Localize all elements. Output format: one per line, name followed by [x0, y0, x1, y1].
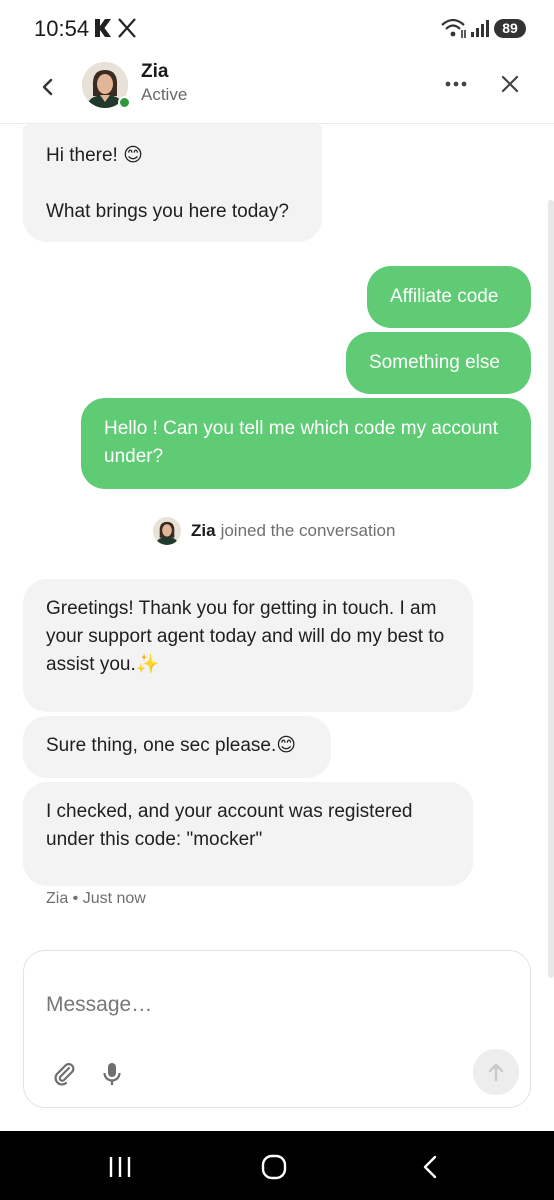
- home-icon: [261, 1154, 287, 1180]
- send-arrow-icon: [488, 1063, 504, 1082]
- close-icon: [501, 75, 519, 93]
- avatar: [153, 517, 181, 545]
- message-text: I checked, and your account was register…: [46, 801, 413, 850]
- message-composer: [23, 950, 531, 1108]
- option-something-else[interactable]: Something else: [346, 332, 531, 394]
- join-notice: Zia joined the conversation: [153, 516, 395, 546]
- recents-button[interactable]: [104, 1151, 136, 1183]
- back-button[interactable]: [30, 70, 64, 104]
- status-bar: 10:54 89: [0, 0, 554, 56]
- wifi-icon: [441, 18, 466, 38]
- signal-icon: [471, 20, 489, 37]
- battery-icon: 89: [494, 19, 526, 38]
- agent-name: Zia: [141, 61, 169, 82]
- agent-status: Active: [141, 85, 188, 104]
- k-icon: [95, 19, 111, 37]
- incoming-message-intro: Greetings! Thank you for getting in touc…: [23, 579, 473, 712]
- microphone-button[interactable]: [98, 1059, 126, 1089]
- microphone-icon: [103, 1063, 121, 1085]
- back-icon: [423, 1155, 437, 1179]
- option-affiliate-code[interactable]: Affiliate code: [367, 266, 531, 328]
- back-chevron-icon: [42, 78, 53, 96]
- online-status-dot: [118, 96, 131, 109]
- message-text: Sure thing, one sec please.😊: [46, 735, 297, 756]
- scrollbar[interactable]: [548, 200, 554, 978]
- send-button[interactable]: [473, 1049, 519, 1095]
- join-text: joined the conversation: [220, 521, 396, 540]
- incoming-message-greeting: Hi there! 😊 What brings you here today?: [23, 124, 322, 242]
- message-meta: Zia • Just now: [46, 890, 146, 907]
- recents-icon: [109, 1157, 131, 1177]
- more-dots-icon: [445, 81, 467, 87]
- attach-button[interactable]: [50, 1059, 80, 1089]
- message-text: Affiliate code: [390, 286, 499, 307]
- close-button[interactable]: [494, 68, 526, 100]
- message-text: Something else: [369, 352, 500, 373]
- message-text: Greetings! Thank you for getting in touc…: [46, 598, 445, 675]
- x-logo-icon: [118, 18, 136, 38]
- incoming-message-wait: Sure thing, one sec please.😊: [23, 716, 331, 778]
- more-options-button[interactable]: [440, 68, 472, 100]
- chat-header: Zia Active: [0, 56, 554, 124]
- message-text: Hi there! 😊: [46, 145, 143, 166]
- system-back-button[interactable]: [414, 1151, 446, 1183]
- incoming-message-answer: I checked, and your account was register…: [23, 782, 473, 886]
- message-input[interactable]: [46, 989, 486, 1021]
- agent-portrait-icon: [153, 517, 181, 545]
- system-navigation-bar: [0, 1131, 554, 1200]
- outgoing-message-question: Hello ! Can you tell me which code my ac…: [81, 398, 531, 489]
- join-agent-name: Zia: [191, 521, 216, 540]
- paperclip-icon: [54, 1063, 75, 1086]
- home-button[interactable]: [258, 1151, 290, 1183]
- message-text: What brings you here today?: [46, 201, 289, 222]
- status-time: 10:54: [34, 16, 90, 41]
- message-text: Hello ! Can you tell me which code my ac…: [104, 418, 498, 467]
- chat-screen: 10:54 89 Zia Active Hi there! 😊 What bri…: [0, 0, 554, 1200]
